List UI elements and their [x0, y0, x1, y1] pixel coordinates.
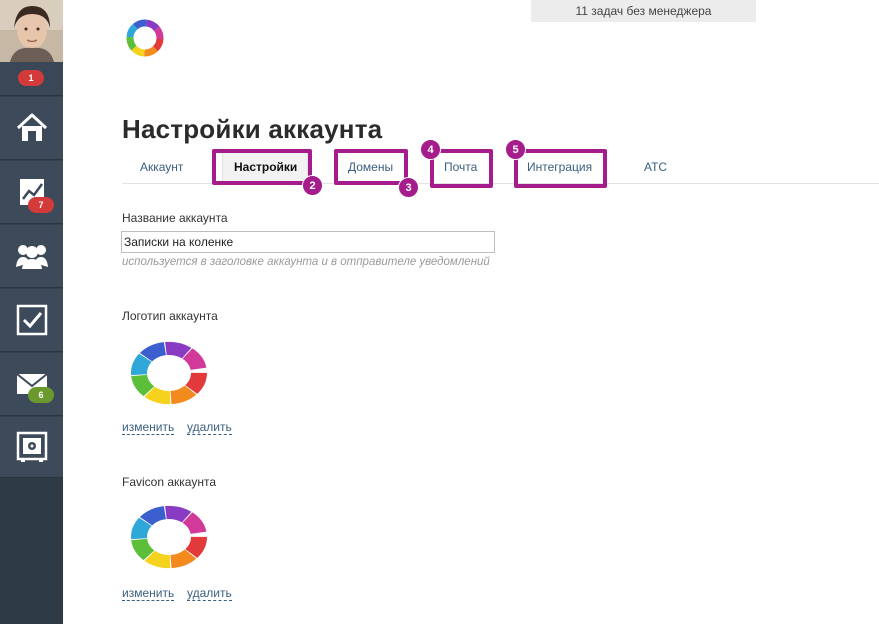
- notification-badge: 1: [18, 70, 44, 86]
- account-name-label: Название аккаунта: [122, 211, 228, 225]
- account-name-input[interactable]: [121, 231, 495, 253]
- avatar-image: [0, 0, 63, 62]
- users-icon: [15, 245, 48, 269]
- logo-change-link[interactable]: изменить: [122, 420, 175, 435]
- sidebar: 1 7 6: [0, 0, 63, 624]
- callout-number: 4: [420, 139, 441, 160]
- page-title: Настройки аккаунта: [122, 114, 383, 144]
- avatar[interactable]: [0, 0, 63, 62]
- favicon-delete-link[interactable]: удалить: [187, 586, 232, 601]
- company-logo-icon[interactable]: [122, 16, 168, 60]
- sidebar-item-mail[interactable]: 6: [0, 353, 63, 416]
- highlight-box-domains: [334, 149, 408, 185]
- sidebar-item-contacts[interactable]: [0, 225, 63, 288]
- home-icon: [16, 113, 47, 141]
- avatar-status: 1: [0, 62, 63, 96]
- mail-badge: 6: [28, 387, 54, 403]
- sidebar-empty-area: [0, 478, 63, 624]
- highlight-box-integration: [514, 149, 607, 188]
- favicon-change-link[interactable]: изменить: [122, 586, 175, 601]
- sidebar-item-tasks[interactable]: [0, 289, 63, 352]
- safe-icon: [16, 431, 47, 462]
- account-logo-image: [131, 341, 207, 405]
- callout-number: 2: [302, 175, 323, 196]
- callout-number: 3: [398, 177, 419, 198]
- unassigned-tasks-banner[interactable]: 11 задач без менеджера: [531, 0, 756, 22]
- account-name-hint: используется в заголовке аккаунта и в от…: [122, 256, 490, 268]
- tab-pbx[interactable]: АТС: [644, 160, 667, 174]
- tab-account[interactable]: Аккаунт: [140, 160, 183, 174]
- analytics-badge: 7: [28, 197, 54, 213]
- account-logo-label: Логотип аккаунта: [122, 309, 218, 323]
- sidebar-item-home[interactable]: [0, 97, 63, 160]
- sidebar-item-settings[interactable]: [0, 417, 63, 478]
- sidebar-item-analytics[interactable]: 7: [0, 161, 63, 224]
- logo-delete-link[interactable]: удалить: [187, 420, 232, 435]
- account-favicon-label: Favicon аккаунта: [122, 475, 216, 489]
- checkbox-icon: [16, 304, 47, 336]
- account-favicon-image: [131, 505, 207, 569]
- highlight-box-settings: [212, 149, 312, 185]
- callout-number: 5: [505, 139, 526, 160]
